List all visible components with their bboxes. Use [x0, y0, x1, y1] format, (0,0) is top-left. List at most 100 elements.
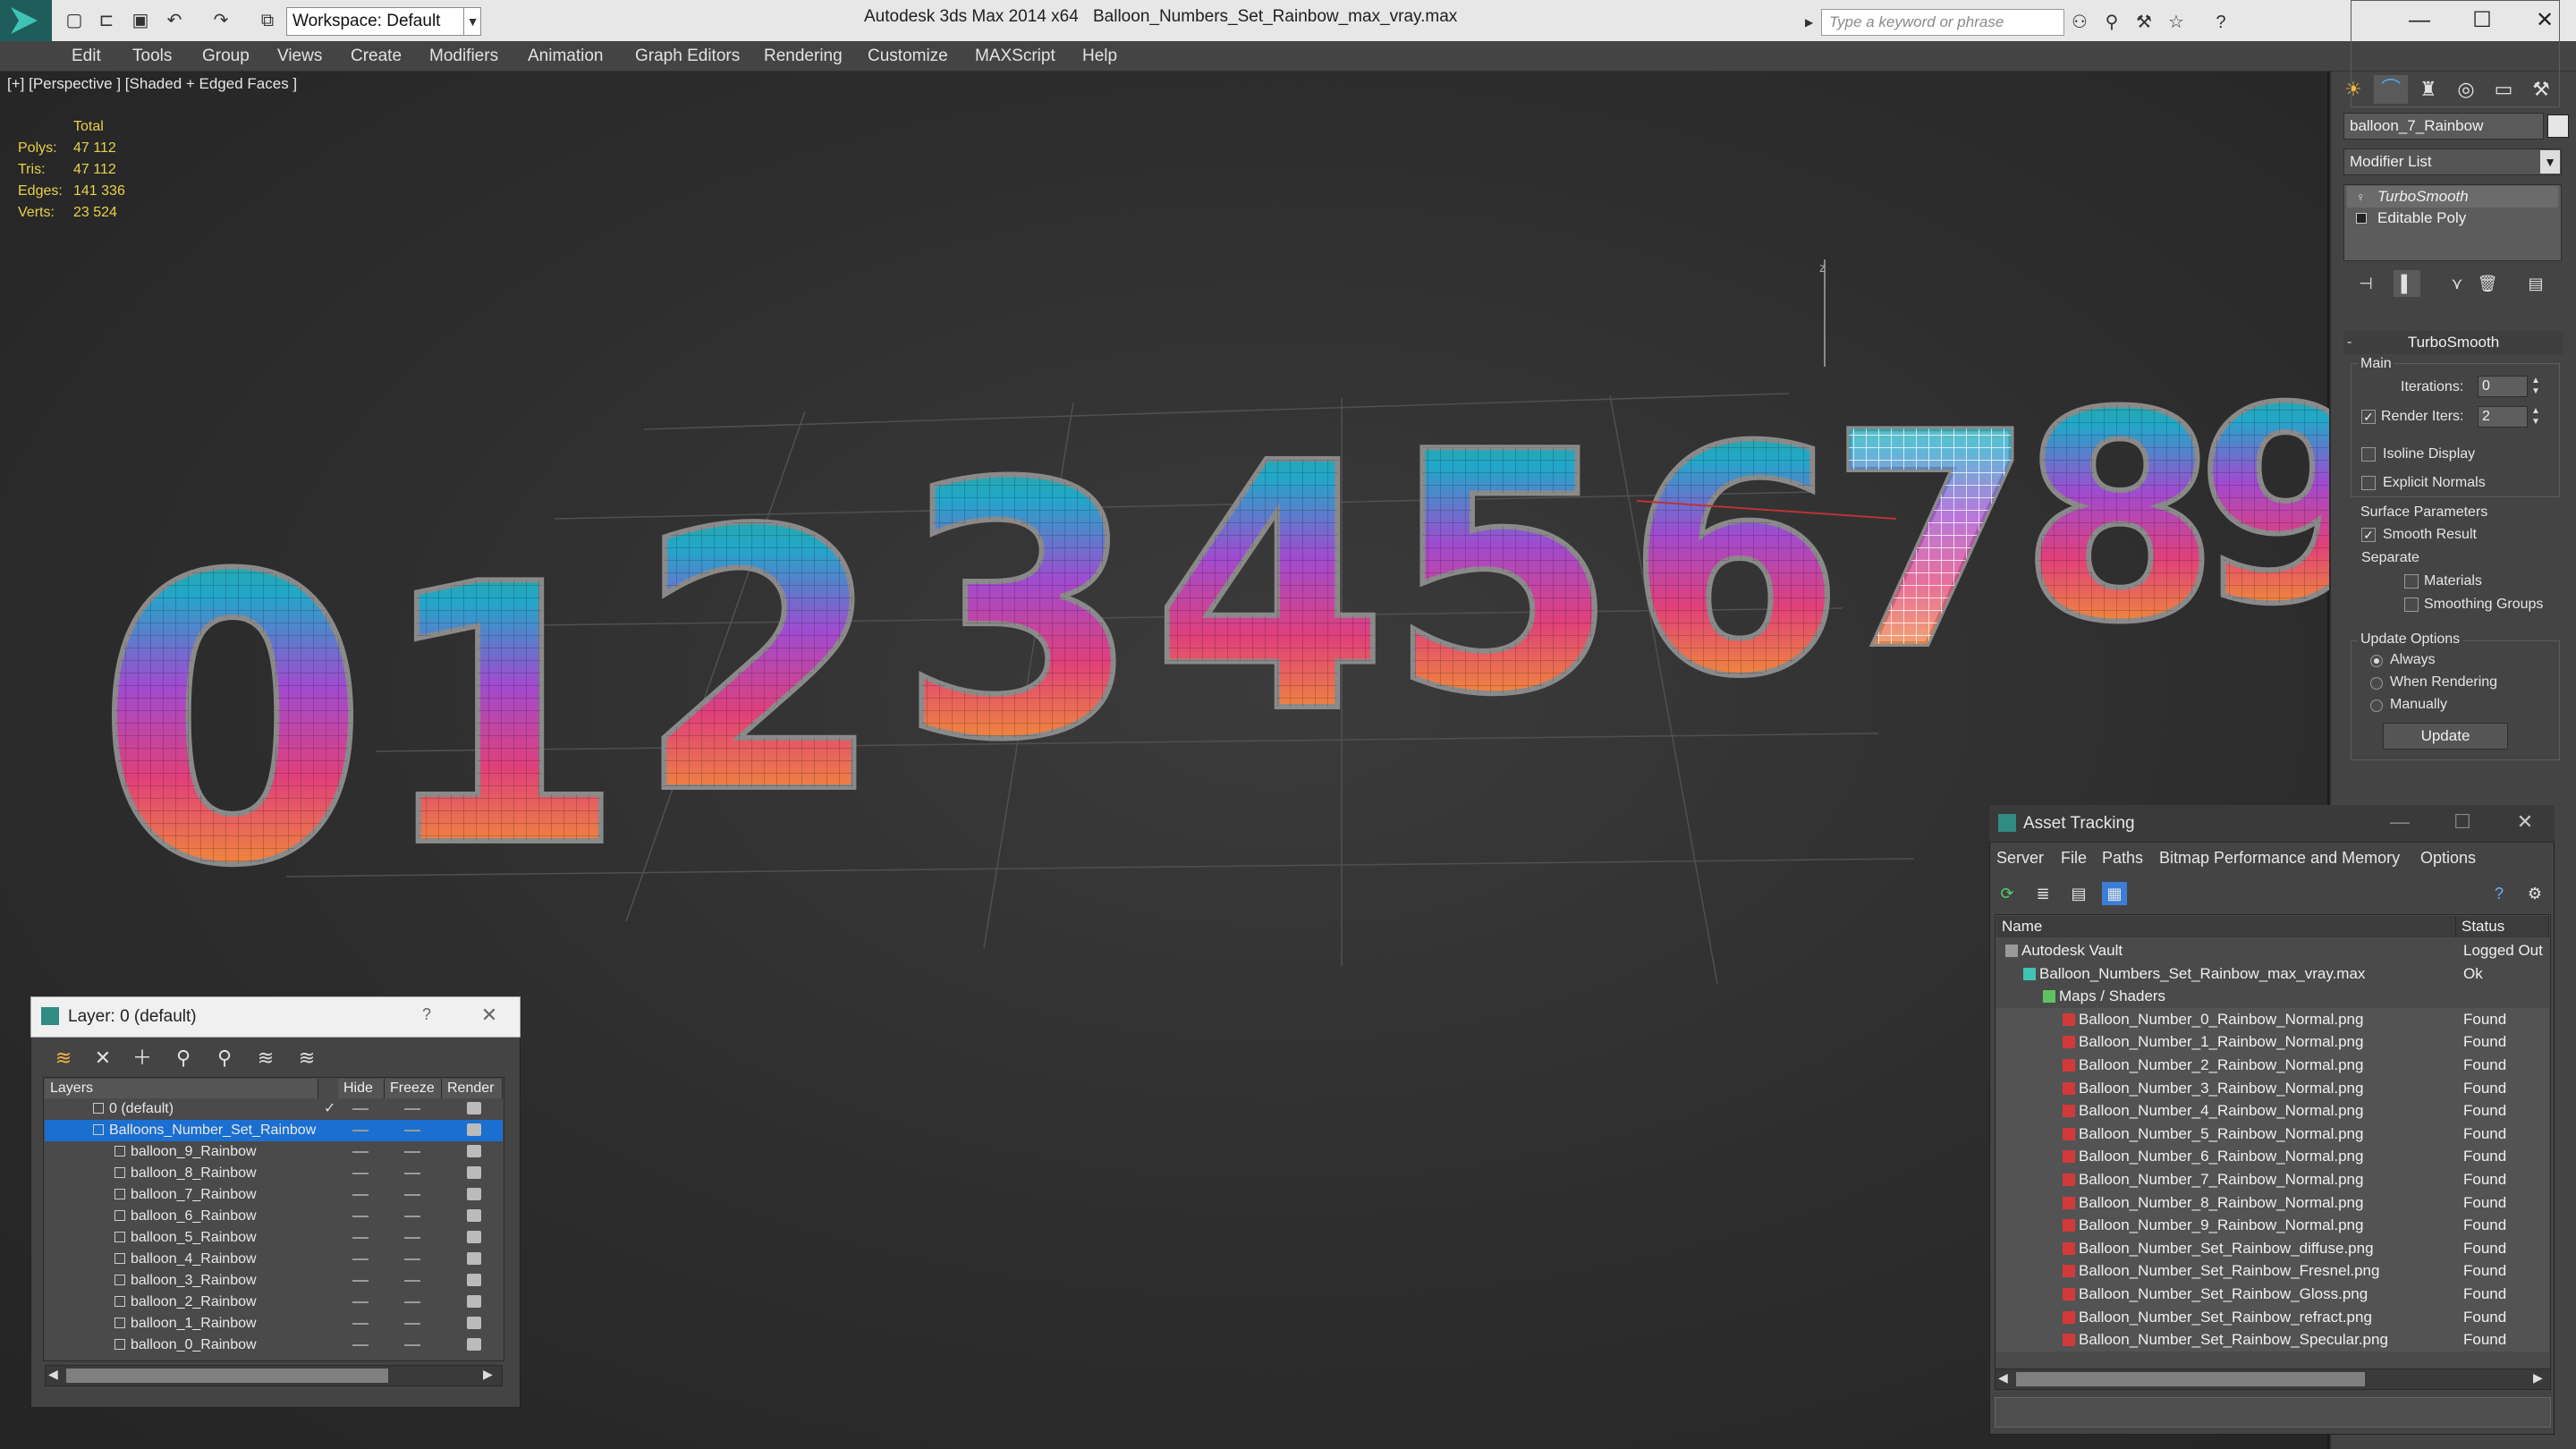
chevron-down-icon[interactable]: ▼	[463, 8, 481, 35]
render-toggle-icon[interactable]	[467, 1102, 481, 1114]
render-toggle-icon[interactable]	[467, 1252, 481, 1265]
asset-menu-file[interactable]: File	[2061, 848, 2087, 868]
menu-maxscript[interactable]: MAXScript	[975, 45, 1055, 68]
freeze-toggle[interactable]	[404, 1280, 420, 1282]
hide-toggle[interactable]	[352, 1258, 369, 1260]
layer-row[interactable]: Balloons_Number_Set_Rainbow	[45, 1120, 503, 1141]
when-rendering-radio[interactable]	[2370, 677, 2383, 690]
render-toggle-icon[interactable]	[467, 1166, 481, 1179]
subscription-icon[interactable]: ⚒	[2132, 11, 2156, 34]
asset-row[interactable]: Autodesk Vault Logged Out	[1996, 939, 2549, 962]
freeze-toggle[interactable]	[404, 1344, 420, 1346]
freeze-toggle[interactable]	[404, 1216, 420, 1217]
hide-toggle[interactable]	[352, 1130, 369, 1131]
search-icon[interactable]: ⚲	[2100, 11, 2123, 34]
hide-toggle[interactable]	[352, 1280, 369, 1282]
freeze-toggle[interactable]	[404, 1194, 420, 1196]
smoothing-groups-checkbox[interactable]	[2404, 597, 2419, 612]
menu-rendering[interactable]: Rendering	[764, 45, 843, 68]
freeze-toggle[interactable]	[404, 1323, 420, 1325]
select-layer-icon[interactable]: ⚲	[211, 1045, 238, 1072]
asset-row[interactable]: Balloon_Number_4_Rainbow_Normal.png Found	[1996, 1099, 2549, 1123]
help-icon[interactable]: ?	[413, 1005, 440, 1024]
save-icon[interactable]: ▣	[131, 11, 150, 30]
menu-group[interactable]: Group	[202, 45, 250, 68]
freeze-toggle[interactable]	[404, 1237, 420, 1239]
asset-row[interactable]: Balloon_Number_3_Rainbow_Normal.png Found	[1996, 1076, 2549, 1100]
asset-path-field[interactable]	[1995, 1397, 2551, 1428]
play-arrow-icon[interactable]: ▶	[1805, 11, 1819, 34]
minimize-icon[interactable]: —	[2386, 810, 2413, 834]
render-toggle-icon[interactable]	[467, 1231, 481, 1243]
render-iters-spinner[interactable]: 2	[2478, 406, 2528, 428]
asset-menu-bitmap-performance[interactable]: Bitmap Performance and Memory	[2159, 848, 2400, 868]
select-objects-icon[interactable]: ⚲	[170, 1045, 197, 1072]
lightbulb-icon[interactable]: ♀	[2356, 191, 2367, 203]
scroll-right-icon[interactable]: ▶	[2533, 1370, 2543, 1385]
delete-layer-icon[interactable]: ✕	[89, 1045, 116, 1072]
freeze-toggle[interactable]	[404, 1108, 420, 1110]
maximize-icon[interactable]: ☐	[2449, 810, 2476, 834]
column-status[interactable]: Status	[2456, 916, 2549, 937]
menu-views[interactable]: Views	[277, 45, 322, 68]
object-color-swatch[interactable]	[2547, 114, 2569, 138]
layer-row[interactable]: balloon_3_Rainbow	[45, 1270, 503, 1292]
thumbnail-view-icon[interactable]: ▤	[2066, 882, 2091, 905]
render-toggle-icon[interactable]	[467, 1295, 481, 1308]
hide-toggle[interactable]	[352, 1323, 369, 1325]
layer-row[interactable]: balloon_2_Rainbow	[45, 1292, 503, 1313]
asset-row[interactable]: Balloon_Number_7_Rainbow_Normal.png Found	[1996, 1168, 2549, 1191]
redo-icon[interactable]: ↷	[211, 11, 231, 30]
render-iters-checkbox[interactable]: ✓	[2361, 410, 2376, 424]
layer-row[interactable]: balloon_9_Rainbow	[45, 1141, 503, 1163]
render-toggle-icon[interactable]	[467, 1145, 481, 1157]
close-icon[interactable]: ✕	[476, 1004, 503, 1027]
close-icon[interactable]: ✕	[2512, 810, 2538, 834]
help-icon[interactable]: ?	[2209, 11, 2233, 34]
menu-modifiers[interactable]: Modifiers	[429, 45, 498, 68]
smooth-result-checkbox[interactable]: ✓	[2361, 528, 2376, 542]
expand-plus-icon[interactable]	[2356, 213, 2367, 224]
hide-toggle[interactable]	[352, 1301, 369, 1303]
layer-row[interactable]: balloon_8_Rainbow	[45, 1163, 503, 1184]
column-render[interactable]: Render	[442, 1079, 503, 1098]
spinner-arrows-icon[interactable]: ▲ ▼	[2529, 376, 2542, 397]
asset-row[interactable]: Balloon_Number_0_Rainbow_Normal.png Found	[1996, 1007, 2549, 1031]
always-radio[interactable]	[2370, 655, 2383, 667]
hide-toggle[interactable]	[352, 1108, 369, 1110]
help-icon[interactable]: ?	[2487, 882, 2512, 905]
freeze-toggle[interactable]	[404, 1130, 420, 1131]
workspace-dropdown[interactable]: Workspace: Default	[286, 7, 481, 36]
refresh-icon[interactable]: ⟳	[1995, 882, 2020, 905]
asset-row[interactable]: Balloon_Number_Set_Rainbow_refract.png Fo…	[1996, 1305, 2549, 1329]
modifier-list-dropdown[interactable]: Modifier List	[2343, 148, 2562, 175]
show-end-result-icon[interactable]: ▌	[2394, 270, 2420, 297]
asset-row[interactable]: Balloon_Number_1_Rainbow_Normal.png Found	[1996, 1030, 2549, 1054]
asset-row[interactable]: Balloon_Number_9_Rainbow_Normal.png Found	[1996, 1214, 2549, 1237]
asset-scrollbar-thumb[interactable]	[2016, 1372, 2365, 1386]
menu-customize[interactable]: Customize	[868, 45, 948, 68]
column-layers[interactable]: Layers	[45, 1079, 318, 1098]
asset-row[interactable]: Balloon_Number_Set_Rainbow_Fresnel.png Fo…	[1996, 1259, 2549, 1283]
column-hide[interactable]: Hide	[338, 1079, 385, 1098]
settings-icon[interactable]: ⚙	[2522, 882, 2547, 905]
asset-row[interactable]: Balloon_Number_8_Rainbow_Normal.png Found	[1996, 1191, 2549, 1215]
freeze-toggle[interactable]	[404, 1301, 420, 1303]
object-name-field[interactable]: balloon_7_Rainbow	[2343, 113, 2544, 140]
render-toggle-icon[interactable]	[467, 1188, 481, 1200]
hide-toggle[interactable]	[352, 1194, 369, 1196]
favorites-star-icon[interactable]: ☆	[2165, 11, 2188, 34]
chevron-down-icon[interactable]: ▼	[2540, 150, 2560, 174]
isoline-display-checkbox[interactable]	[2361, 447, 2376, 462]
update-button[interactable]: Update	[2383, 723, 2508, 750]
column-name[interactable]: Name	[1996, 916, 2456, 937]
explicit-normals-checkbox[interactable]	[2361, 476, 2376, 490]
layer-row[interactable]: balloon_4_Rainbow	[45, 1249, 503, 1270]
layer-row[interactable]: 0 (default) ✓	[45, 1098, 503, 1120]
render-toggle-icon[interactable]	[467, 1274, 481, 1286]
asset-row[interactable]: Maps / Shaders	[1996, 985, 2549, 1008]
app-logo-icon[interactable]	[0, 0, 52, 41]
asset-row[interactable]: Balloon_Numbers_Set_Rainbow_max_vray.max…	[1996, 962, 2549, 986]
asset-menu-options[interactable]: Options	[2420, 848, 2476, 868]
menu-edit[interactable]: Edit	[72, 45, 101, 68]
